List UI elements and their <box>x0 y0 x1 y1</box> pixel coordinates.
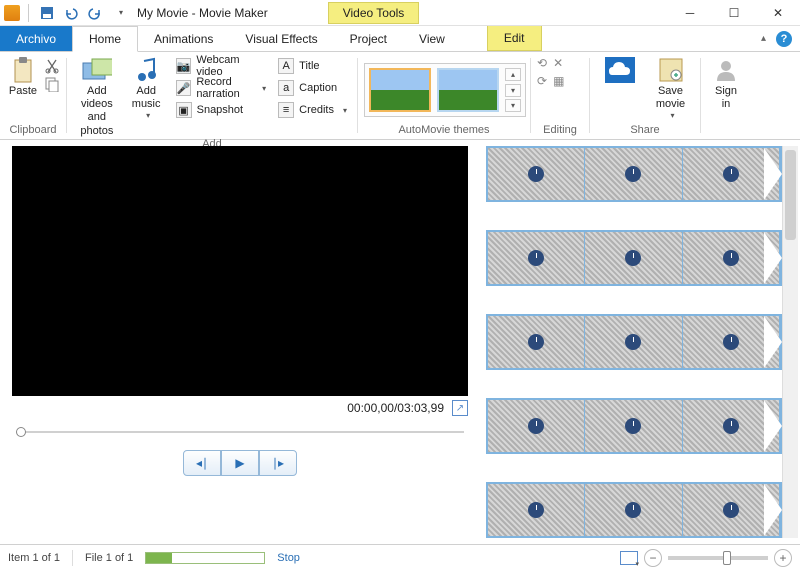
maximize-button[interactable]: ☐ <box>712 0 756 26</box>
theme-2[interactable] <box>437 68 499 112</box>
onedrive-icon <box>605 56 635 84</box>
rotate-right-button[interactable]: ⟳ <box>537 74 547 88</box>
mic-icon: 🎤 <box>176 80 192 96</box>
tab-home[interactable]: Home <box>72 26 138 52</box>
undo-button[interactable] <box>61 3 81 23</box>
clock-icon <box>528 166 544 182</box>
clock-icon <box>528 502 544 518</box>
clip-row[interactable] <box>486 146 782 202</box>
thumbnail-size-button[interactable] <box>620 551 638 565</box>
add-music-button[interactable]: Add music <box>125 56 168 121</box>
fullscreen-button[interactable]: ↗ <box>452 400 468 416</box>
user-icon <box>711 56 741 84</box>
select-all-button[interactable]: ▦ <box>553 74 564 88</box>
theme-1[interactable] <box>369 68 431 112</box>
timeline[interactable] <box>486 146 782 538</box>
qat-customize-button[interactable] <box>109 3 129 23</box>
caption-button[interactable]: aCaption <box>274 78 351 98</box>
paste-button[interactable]: Paste <box>6 56 40 98</box>
timeline-scrollbar[interactable] <box>782 146 798 538</box>
clip-row[interactable] <box>486 314 782 370</box>
rotate-left-button[interactable]: ⟲ <box>537 56 547 70</box>
clock-icon <box>528 250 544 266</box>
group-share-label: Share <box>596 124 694 137</box>
save-movie-button[interactable]: Save movie <box>647 56 694 121</box>
tab-edit[interactable]: Edit <box>487 26 542 51</box>
prev-frame-button[interactable]: ◂∣ <box>183 450 221 476</box>
tab-file[interactable]: Archivo <box>0 26 72 51</box>
save-qa-button[interactable] <box>37 3 57 23</box>
sign-in-button[interactable]: Sign in <box>707 56 745 111</box>
help-button[interactable]: ? <box>776 31 792 47</box>
window-title: My Movie - Movie Maker <box>137 6 268 20</box>
onedrive-button[interactable] <box>596 56 643 85</box>
clock-icon <box>625 418 641 434</box>
zoom-slider[interactable] <box>668 556 768 560</box>
record-narration-button[interactable]: 🎤Record narration <box>172 78 271 98</box>
automovie-gallery[interactable]: ▴ ▾ ▾ <box>364 63 526 117</box>
tab-project[interactable]: Project <box>334 26 403 51</box>
status-item-count: Item 1 of 1 <box>8 552 60 564</box>
group-automovie-label: AutoMovie themes <box>364 124 524 137</box>
next-frame-button[interactable]: ∣▸ <box>259 450 297 476</box>
title-icon: A <box>278 58 294 74</box>
webcam-video-button[interactable]: 📷Webcam video <box>172 56 271 76</box>
clip-row[interactable] <box>486 398 782 454</box>
copy-button[interactable] <box>44 76 60 92</box>
clock-icon <box>528 334 544 350</box>
redo-button[interactable] <box>85 3 105 23</box>
gallery-up-button[interactable]: ▴ <box>505 68 521 81</box>
clock-icon <box>528 418 544 434</box>
close-button[interactable]: ✕ <box>756 0 800 26</box>
stop-link[interactable]: Stop <box>277 552 300 564</box>
add-videos-photos-button[interactable]: Add videos and photos <box>73 56 121 138</box>
tab-view[interactable]: View <box>403 26 461 51</box>
tab-visual-effects[interactable]: Visual Effects <box>229 26 333 51</box>
music-icon <box>131 56 161 84</box>
seek-slider[interactable] <box>16 424 464 440</box>
clip-row[interactable] <box>486 230 782 286</box>
webcam-icon: 📷 <box>176 58 192 74</box>
clock-icon <box>625 502 641 518</box>
cut-button[interactable] <box>44 58 60 74</box>
zoom-in-button[interactable]: + <box>774 549 792 567</box>
clock-icon <box>723 166 739 182</box>
time-display: 00:00,00/03:03,99 <box>347 401 444 415</box>
clock-icon <box>723 250 739 266</box>
gallery-more-button[interactable]: ▾ <box>505 99 521 112</box>
save-movie-icon <box>656 56 686 84</box>
preview-player[interactable] <box>12 146 468 396</box>
clip-row[interactable] <box>486 482 782 538</box>
clipboard-icon <box>8 56 38 84</box>
caption-icon: a <box>278 80 294 96</box>
clock-icon <box>625 166 641 182</box>
photos-icon <box>82 56 112 84</box>
tab-animations[interactable]: Animations <box>138 26 229 51</box>
clock-icon <box>723 418 739 434</box>
snapshot-button[interactable]: ▣Snapshot <box>172 100 271 120</box>
group-editing-label: Editing <box>537 124 583 137</box>
status-file-count: File 1 of 1 <box>85 552 133 564</box>
title-button[interactable]: ATitle <box>274 56 351 76</box>
group-signin-placeholder <box>707 124 745 137</box>
clock-icon <box>625 250 641 266</box>
clock-icon <box>723 334 739 350</box>
play-button[interactable]: ▶ <box>221 450 259 476</box>
app-icon <box>4 5 20 21</box>
delete-button[interactable]: ✕ <box>553 56 563 70</box>
contextual-tab-header: Video Tools <box>328 2 420 24</box>
snapshot-icon: ▣ <box>176 102 192 118</box>
zoom-out-button[interactable]: − <box>644 549 662 567</box>
credits-button[interactable]: ≡Credits <box>274 100 351 120</box>
gallery-down-button[interactable]: ▾ <box>505 84 521 97</box>
group-clipboard-label: Clipboard <box>6 124 60 137</box>
credits-icon: ≡ <box>278 102 294 118</box>
progress-bar <box>145 552 265 564</box>
minimize-button[interactable]: ─ <box>668 0 712 26</box>
clock-icon <box>723 502 739 518</box>
collapse-ribbon-button[interactable]: ▴ <box>761 33 766 44</box>
clock-icon <box>625 334 641 350</box>
